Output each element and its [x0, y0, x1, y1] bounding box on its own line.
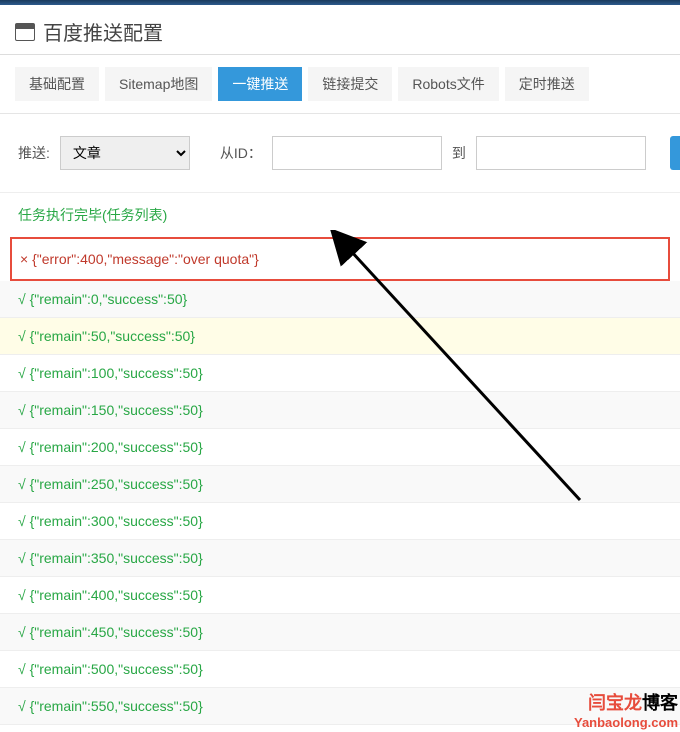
watermark-title: 闫宝龙博客 — [574, 689, 678, 715]
tab-4[interactable]: Robots文件 — [398, 67, 498, 101]
result-success: √ {"remain":150,"success":50} — [0, 392, 680, 429]
from-id-input[interactable] — [272, 136, 442, 170]
result-success: √ {"remain":350,"success":50} — [0, 540, 680, 577]
result-success: √ {"remain":100,"success":50} — [0, 355, 680, 392]
watermark: 闫宝龙博客 Yanbaolong.com — [574, 689, 678, 730]
to-label: 到 — [452, 143, 466, 163]
result-success: √ {"remain":50,"success":50} — [0, 318, 680, 355]
result-success: √ {"remain":300,"success":50} — [0, 503, 680, 540]
push-label: 推送: — [18, 143, 50, 163]
tab-bar: 基础配置Sitemap地图一键推送链接提交Robots文件定时推送 — [0, 55, 680, 114]
task-list-link[interactable]: (任务列表) — [102, 207, 167, 223]
push-select[interactable]: 文章 — [60, 136, 190, 170]
result-list: × {"error":400,"message":"over quota"}√ … — [0, 237, 680, 732]
result-success: √ {"remain":400,"success":50} — [0, 577, 680, 614]
result-success: √ {"remain":500,"success":50} — [0, 651, 680, 688]
tab-0[interactable]: 基础配置 — [15, 67, 99, 101]
to-id-input[interactable] — [476, 136, 646, 170]
task-status-header: 任务执行完毕(任务列表) — [0, 193, 680, 237]
submit-button-edge[interactable] — [670, 136, 680, 170]
tab-1[interactable]: Sitemap地图 — [105, 67, 212, 101]
window-icon — [15, 23, 35, 41]
result-success: √ {"remain":200,"success":50} — [0, 429, 680, 466]
tab-3[interactable]: 链接提交 — [308, 67, 392, 101]
page-title: 百度推送配置 — [43, 17, 163, 46]
result-success: √ {"remain":0,"success":50} — [0, 281, 680, 318]
tab-5[interactable]: 定时推送 — [505, 67, 589, 101]
tab-2[interactable]: 一键推送 — [218, 67, 302, 101]
task-status-text: 任务执行完毕 — [18, 207, 102, 223]
from-id-label: 从ID： — [220, 143, 262, 163]
watermark-url: Yanbaolong.com — [574, 715, 678, 730]
page-header: 百度推送配置 — [0, 5, 680, 55]
result-success: √ {"remain":450,"success":50} — [0, 614, 680, 651]
filter-row: 推送: 文章 从ID： 到 — [0, 114, 680, 193]
result-success: √ {"remain":250,"success":50} — [0, 466, 680, 503]
result-error: × {"error":400,"message":"over quota"} — [10, 237, 670, 281]
